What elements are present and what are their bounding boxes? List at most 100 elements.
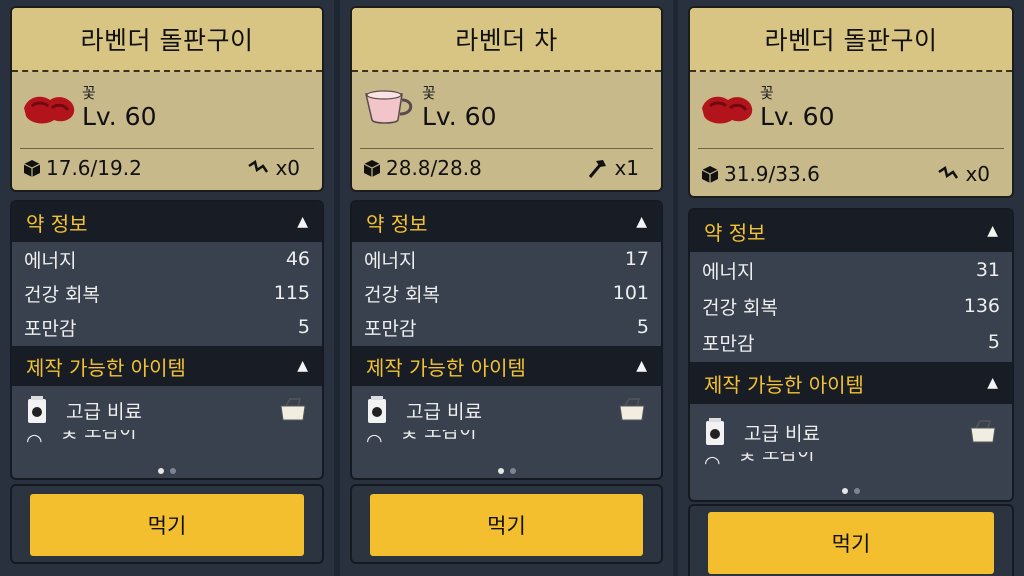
partial-item-label: 꽃 도감이	[60, 430, 137, 442]
flower-partial-icon: ◠	[366, 430, 383, 448]
info-section-title: 약 정보	[366, 211, 428, 236]
eat-area: 먹기	[10, 484, 324, 564]
fertilizer-bag-icon	[368, 396, 386, 423]
craft-section-header[interactable]: 제작 가능한 아이템 ▲	[352, 346, 661, 386]
page-dot[interactable]	[854, 488, 860, 494]
stat-value: 136	[963, 295, 1000, 317]
grilled-meat-icon	[702, 96, 753, 124]
weight-value: 17.6/19.2	[46, 156, 142, 180]
info-section-header[interactable]: 약 정보 ▲	[352, 202, 661, 242]
stat-row: 에너지 46	[12, 242, 322, 276]
collapse-triangle-icon: ▲	[297, 214, 308, 230]
stat-value: 5	[636, 316, 649, 338]
item-title: 라벤더 돌판구이	[690, 8, 1012, 72]
info-section-header[interactable]: 약 정보 ▲	[12, 202, 322, 242]
info-section: 약 정보 ▲ 에너지 31 건강 회복 136 포만감 5 제작 가능한 아이템 ▲ …	[688, 208, 1014, 502]
craft-section-title: 제작 가능한 아이템	[704, 372, 864, 397]
stat-value: 5	[987, 331, 1000, 353]
stat-row: 에너지 17	[352, 242, 661, 276]
collapse-triangle-icon: ▲	[636, 214, 647, 230]
stat-label: 포만감	[702, 332, 755, 355]
info-section: 약 정보 ▲ 에너지 46 건강 회복 115 포만감 5 제작 가능한 아이템 ▲ …	[10, 200, 324, 480]
eat-button[interactable]: 먹기	[708, 512, 994, 574]
eat-button[interactable]: 먹기	[370, 494, 643, 556]
item-level: Lv. 60	[760, 102, 835, 131]
collapse-triangle-icon: ▲	[297, 358, 308, 374]
toolbox-icon	[280, 398, 306, 421]
page-dot[interactable]	[842, 488, 848, 494]
weight-stat: 17.6/19.2	[22, 156, 142, 180]
collapse-triangle-icon: ▲	[987, 223, 998, 239]
craft-item-label: 고급 비료	[406, 400, 482, 423]
craft-item-partial: ◠ 꽃 도감이	[690, 452, 1012, 470]
partial-item-label: 꽃 도감이	[400, 430, 477, 442]
page-dot[interactable]	[509, 468, 516, 474]
extra-stat: x1	[586, 156, 639, 180]
stat-row: 에너지 31	[690, 252, 1012, 288]
page-indicator	[12, 468, 322, 474]
cube-icon	[23, 160, 41, 177]
extra-stat: x0	[247, 156, 300, 180]
page-dot[interactable]	[170, 468, 176, 474]
stat-value: 115	[273, 282, 310, 304]
hammer-icon	[589, 160, 607, 178]
item-panel-2: 라벤더 차 꽃 Lv. 60 28.8/28.8 x1 약 정보 ▲ 에너지 17…	[340, 0, 673, 576]
stat-row: 건강 회복 115	[12, 276, 322, 310]
craft-section-header[interactable]: 제작 가능한 아이템 ▲	[12, 346, 322, 386]
stat-value: 17	[624, 248, 649, 270]
item-title: 라벤더 돌판구이	[12, 8, 322, 72]
stat-row: 건강 회복 136	[690, 288, 1012, 324]
item-card: 라벤더 차 꽃 Lv. 60 28.8/28.8 x1	[350, 6, 663, 192]
stat-label: 포만감	[364, 317, 417, 340]
swap-arrow-icon	[248, 160, 269, 173]
craft-section-title: 제작 가능한 아이템	[26, 355, 186, 380]
craft-item-partial: ◠ 꽃 도감이	[352, 430, 661, 448]
info-section-title: 약 정보	[704, 220, 766, 245]
item-level: Lv. 60	[82, 102, 157, 131]
stat-value: 5	[297, 316, 310, 338]
grilled-meat-icon	[24, 96, 75, 124]
craft-item-partial: ◠ 꽃 도감이	[12, 430, 322, 448]
item-level: Lv. 60	[422, 102, 497, 131]
stat-label: 에너지	[364, 249, 417, 272]
stat-label: 포만감	[24, 317, 77, 340]
craft-item-label: 고급 비료	[66, 400, 142, 423]
page-indicator	[690, 488, 1012, 494]
eat-area: 먹기	[350, 484, 663, 564]
flower-partial-icon: ◠	[26, 430, 43, 448]
eat-button[interactable]: 먹기	[30, 494, 304, 556]
craft-item[interactable]: 고급 비료	[352, 390, 661, 430]
collapse-triangle-icon: ▲	[987, 375, 998, 391]
toolbox-icon	[619, 398, 645, 421]
cube-icon	[701, 166, 719, 183]
stat-row: 포만감 5	[690, 324, 1012, 360]
stat-row: 포만감 5	[12, 310, 322, 344]
weight-value: 31.9/33.6	[724, 162, 820, 186]
craft-item[interactable]: 고급 비료	[12, 390, 322, 430]
stat-label: 건강 회복	[364, 283, 440, 306]
stat-value: 31	[975, 259, 1000, 281]
weight-value: 28.8/28.8	[386, 156, 482, 180]
craft-section-header[interactable]: 제작 가능한 아이템 ▲	[690, 362, 1012, 404]
extra-value: x0	[965, 162, 990, 186]
stat-value: 46	[285, 248, 310, 270]
stat-label: 에너지	[24, 249, 77, 272]
craft-item[interactable]: 고급 비료	[690, 412, 1012, 452]
page-dot[interactable]	[497, 468, 504, 474]
extra-stat: x0	[937, 162, 990, 186]
fertilizer-bag-icon	[706, 418, 724, 445]
item-category: 꽃	[760, 84, 774, 102]
divider	[360, 148, 653, 149]
item-category: 꽃	[82, 84, 96, 102]
collapse-triangle-icon: ▲	[636, 358, 647, 374]
item-card: 라벤더 돌판구이 꽃 Lv. 60 17.6/19.2 x0	[10, 6, 324, 192]
swap-arrow-icon	[938, 166, 959, 179]
page-dot[interactable]	[158, 468, 164, 474]
info-section: 약 정보 ▲ 에너지 17 건강 회복 101 포만감 5 제작 가능한 아이템 ▲ …	[350, 200, 663, 480]
info-section-header[interactable]: 약 정보 ▲	[690, 210, 1012, 252]
item-category: 꽃	[422, 84, 436, 102]
fertilizer-bag-icon	[28, 396, 46, 423]
cube-icon	[363, 160, 381, 177]
stat-label: 건강 회복	[24, 283, 100, 306]
stat-label: 에너지	[702, 260, 755, 283]
